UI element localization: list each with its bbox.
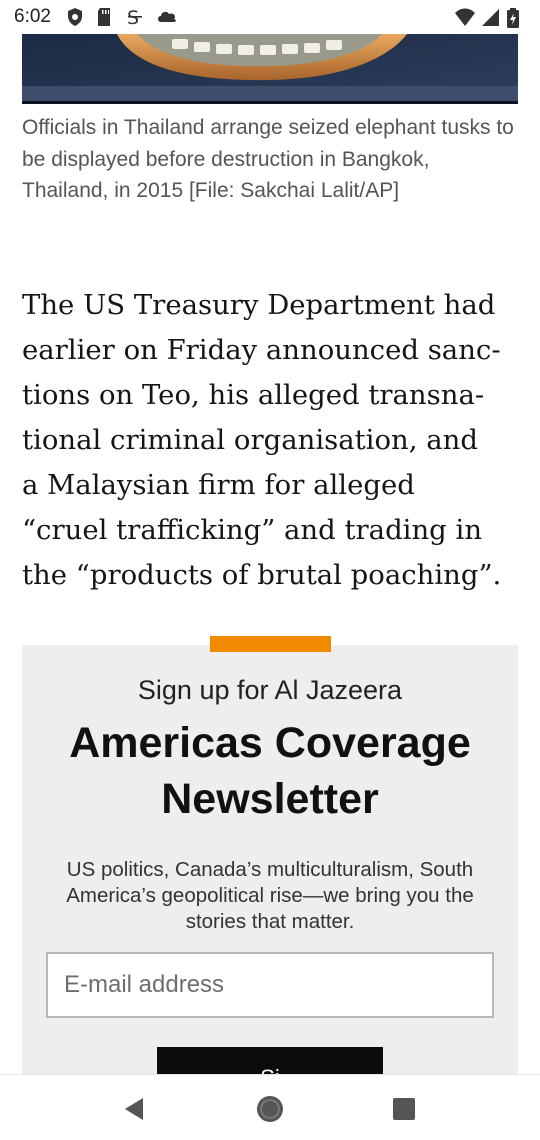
newsletter-title-line: Newsletter [161,775,379,823]
paragraph-line: tional criminal organisation, and [22,424,478,456]
sd-card-icon [96,7,116,27]
back-icon[interactable] [118,1093,150,1125]
newsletter-accent-bar [210,636,331,652]
status-bar: 6:02 S [0,0,540,34]
shield-icon [66,7,86,27]
status-system-icons [454,7,526,28]
newsletter-signup: Sign up for Al Jazeera Americas Coverage… [22,645,518,1091]
recents-icon[interactable] [388,1093,420,1125]
battery-icon [506,7,526,28]
newsletter-description-line: US politics, Canada’s multiculturalism, … [66,858,474,881]
newsletter-description: US politics, Canada’s multiculturalism, … [36,857,504,935]
paragraph-line: earlier on Friday announced sanc- [22,334,501,366]
article-paragraph: The US Treasury Department had earlier o… [22,283,522,598]
email-field[interactable] [46,952,494,1018]
image-caption: Officials in Thailand arrange seized ele… [22,116,514,202]
newsletter-title: Americas Coverage Newsletter [22,715,518,827]
newsletter-description-line: stories that matter. [185,910,355,933]
newsletter-description-line: America’s geopolitical rise—we bring you… [66,884,474,907]
status-time: 6:02 [14,6,51,27]
tusks-photo [22,34,518,104]
sync-icon: S [126,7,146,29]
status-notification-icons: S [66,7,176,29]
newsletter-kicker: Sign up for Al Jazeera [137,675,403,705]
paragraph-line: “cruel trafficking” and trading in [22,514,483,546]
wifi-icon [454,7,475,27]
cloud-icon [156,7,176,27]
article-image [22,34,518,104]
paragraph-line: tions on Teo, his alleged transna- [22,379,485,411]
navigation-bar [0,1074,540,1140]
cell-signal-icon [480,7,500,27]
home-icon[interactable] [254,1093,286,1125]
paragraph-line: The US Treasury Department had [22,289,496,321]
paragraph-line: the “products of brutal poaching”. [22,559,502,591]
paragraph-line: a Malaysian firm for alleged [22,469,415,501]
newsletter-title-line: Americas Coverage [69,719,471,767]
